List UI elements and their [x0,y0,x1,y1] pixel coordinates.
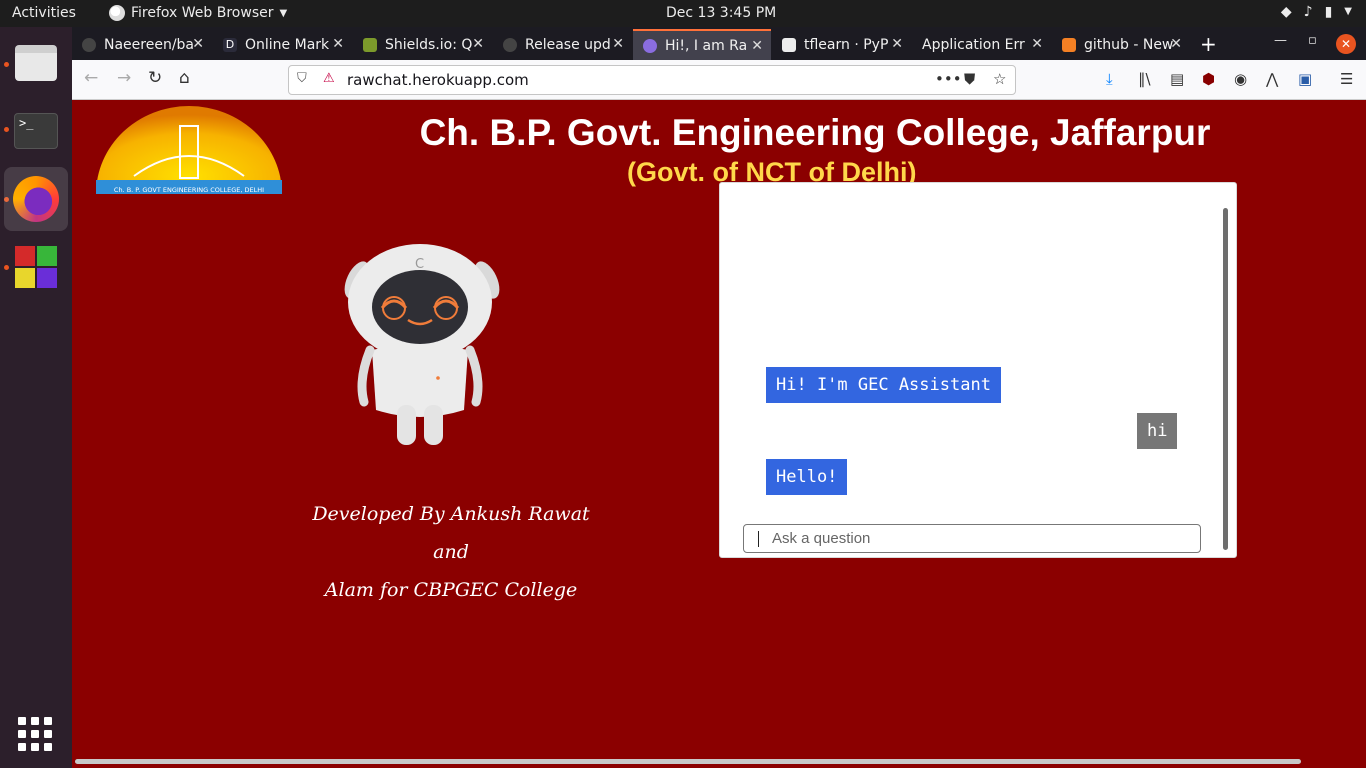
chat-panel: Hi! I'm GEC Assistant hi Hello! [719,182,1237,558]
dock-firefox[interactable] [4,167,68,231]
close-icon[interactable]: ✕ [751,38,763,54]
close-icon[interactable]: ✕ [1170,36,1182,52]
horizontal-scrollbar[interactable] [75,759,1301,764]
tracking-shield-icon[interactable]: ⛉ [297,71,307,86]
account-icon[interactable]: ◉ [1234,70,1247,88]
bot-message: Hi! I'm GEC Assistant [766,367,1001,403]
extension-icon[interactable]: ⋀ [1266,70,1278,88]
downloads-icon[interactable]: ⤓ [1106,70,1113,88]
logo-text: Ch. B. P. GOVT ENGINEERING COLLEGE, DELH… [114,186,264,194]
maximize-button[interactable]: ▫ [1308,33,1317,48]
credit-line-2: Alam for CBPGEC College [324,579,578,601]
close-icon[interactable]: ✕ [192,36,204,52]
firefox-app-icon [109,5,125,21]
robot-illustration: C [344,244,500,445]
chevron-down-icon: ▼ [279,7,288,19]
dillinger-icon: D [223,37,237,52]
insecure-lock-icon[interactable]: ⚠ [323,71,335,86]
college-logo: Ch. B. P. GOVT ENGINEERING COLLEGE, DELH… [96,106,282,194]
user-message: hi [1137,413,1178,449]
pocket-icon[interactable]: ⛊ [964,70,975,88]
web-page: Ch. B. P. GOVT ENGINEERING COLLEGE, DELH… [72,100,1366,768]
text-caret [758,531,759,547]
github-icon [503,37,517,52]
close-icon[interactable]: ✕ [1031,36,1043,52]
software-icon [15,246,57,288]
new-tab-button[interactable]: + [1200,32,1217,56]
question-input[interactable] [743,524,1201,553]
tab-github-naeereen[interactable]: Naeereen/ba ✕ [72,29,212,60]
tab-rawchat[interactable]: Hi!, I am Ra ✕ [633,29,771,60]
tab-application-error[interactable]: Application Err ✕ [912,29,1051,60]
window-close-button[interactable]: ✕ [1336,34,1356,54]
reload-button[interactable]: ↻ [148,68,162,88]
bookmark-star-icon[interactable]: ☆ [993,70,1006,88]
close-icon[interactable]: ✕ [332,36,344,52]
forward-button[interactable]: → [117,68,131,88]
pypi-icon [782,37,796,52]
ublock-icon[interactable]: ⬢ [1202,70,1215,88]
battery-icon: ▮ [1324,4,1333,20]
college-name: Ch. B.P. Govt. Engineering College, Jaff… [419,112,1211,153]
library-icon[interactable]: ∥\ [1138,70,1151,88]
bot-message: Hello! [766,459,848,495]
svg-text:C: C [415,257,424,272]
firefox-icon [13,176,59,222]
tab-github-new[interactable]: github - New ✕ [1052,29,1190,60]
stackoverflow-icon [1062,37,1076,52]
url-text[interactable]: rawchat.herokuapp.com [347,71,529,89]
url-bar[interactable]: ⛉ ⚠ rawchat.herokuapp.com ••• ⛊ ☆ [288,65,1016,95]
show-apps-icon[interactable] [18,717,52,751]
close-icon[interactable]: ✕ [612,36,624,52]
minimize-button[interactable]: — [1274,33,1287,48]
close-icon[interactable]: ✕ [891,36,903,52]
container-icon[interactable]: ▣ [1298,70,1312,88]
wifi-icon: ◆ [1280,4,1292,20]
sidebar-icon[interactable]: ▤ [1170,70,1184,88]
clock[interactable]: Dec 13 3:45 PM [666,5,776,21]
developer-credit: Developed By Ankush Rawat and Alam for C… [292,495,610,609]
system-tray[interactable]: ◆ ♪ ▮ ▼ [1281,4,1352,20]
files-icon [15,45,57,81]
shields-icon [363,37,377,52]
page-actions-icon[interactable]: ••• [935,70,962,88]
tab-tflearn[interactable]: tflearn · PyP ✕ [772,29,911,60]
tab-shields[interactable]: Shields.io: Q ✕ [353,29,492,60]
tab-release[interactable]: Release upd ✕ [493,29,632,60]
chevron-down-icon: ▼ [1344,6,1352,17]
close-icon[interactable]: ✕ [472,36,484,52]
credit-line-1: Developed By Ankush Rawat and [312,503,590,563]
back-button[interactable]: ← [84,68,98,88]
dock: >_ [0,27,72,768]
dock-software[interactable] [4,235,68,299]
app-menu[interactable]: Firefox Web Browser ▼ [109,5,287,21]
dock-terminal[interactable]: >_ [4,99,68,163]
activities-button[interactable]: Activities [12,5,76,21]
menu-icon[interactable]: ☰ [1340,70,1353,88]
tab-online-markdown[interactable]: D Online Mark ✕ [213,29,352,60]
system-top-bar: Activities Firefox Web Browser ▼ Dec 13 … [0,0,1366,27]
terminal-icon: >_ [14,113,58,149]
dock-files[interactable] [4,31,68,95]
volume-icon: ♪ [1303,4,1313,20]
tab-bar: Naeereen/ba ✕ D Online Mark ✕ Shields.io… [72,27,1366,60]
chat-scrollbar[interactable] [1223,208,1228,550]
robot-icon [643,38,657,53]
home-icon[interactable]: ⌂ [179,68,190,88]
navigation-bar: ← → ↻ ⌂ ⛉ ⚠ rawchat.herokuapp.com ••• ⛊ … [72,60,1366,100]
app-menu-label: Firefox Web Browser [131,5,274,21]
github-icon [82,37,96,52]
